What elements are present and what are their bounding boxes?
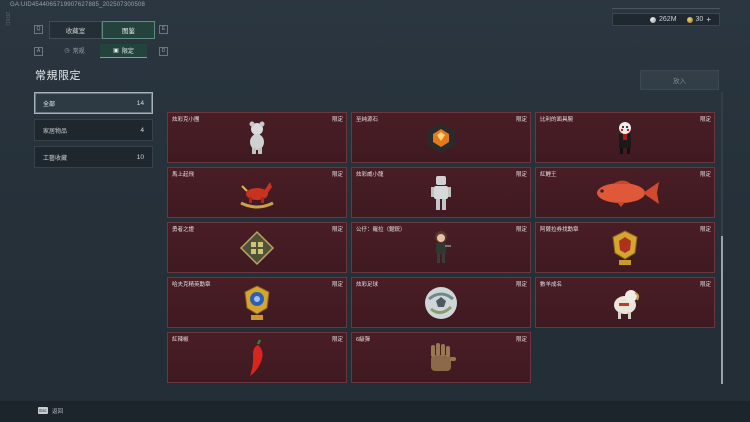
red-chili-icon [237,339,277,377]
item-name: 馬上起飛 [172,172,195,178]
tab-catalog[interactable]: 图鉴 [102,21,155,39]
filter-count: 10 [136,153,144,161]
filter-home-items[interactable]: 家居物品 4 [34,119,153,141]
item-name: 數羊成名 [540,282,563,288]
item-card[interactable]: 炫彩足球 限定 [351,277,531,328]
category-filter-list: 全部 14 家居物品 4 工藝收藏 10 [34,92,153,173]
sub-tabs: ◷ 常规 ▣ 限定 [51,44,147,58]
item-name: 比利的面具腕 [540,117,574,123]
item-card[interactable]: 阿薩拉券找勳章 限定 [535,222,715,273]
clock-icon: ◷ [64,48,70,54]
silver-coin-icon [650,16,657,23]
user-id-label: GA:UID4544065719907627885_202507300508 [10,2,146,8]
item-card[interactable]: 紅辣椒 限定 [167,332,347,383]
limited-tag: 限定 [515,117,527,123]
section-title: 常規限定 [35,70,81,82]
add-currency-button[interactable]: + [706,15,711,24]
item-card[interactable]: 勇者之證 限定 [167,222,347,273]
limited-tag: 限定 [699,282,711,288]
limited-tag: 限定 [515,227,527,233]
soccer-ball-icon [421,284,461,322]
item-card[interactable]: 炫彩克小團 限定 [167,112,347,163]
item-name: 紅鯉王 [540,172,557,178]
subtab-regular[interactable]: ◷ 常规 [51,44,98,57]
filter-count: 4 [140,126,144,134]
amber-gem-icon [421,119,461,157]
item-card[interactable]: 哈夫克精英勳章 限定 [167,277,347,328]
bottom-bar [0,401,750,422]
gold-currency: 30 + [686,15,711,24]
subtab-limited-label: 限定 [121,49,134,55]
tab-collection[interactable]: 收藏室 [49,21,102,39]
top-divider [612,8,720,9]
item-name: 哈夫克精英勳章 [172,282,211,288]
item-name: 至純源石 [356,117,379,123]
filter-label: 全部 [43,101,56,108]
place-button[interactable]: 放入 [640,70,719,90]
filter-label: 工藝收藏 [43,155,68,162]
next-tab-key[interactable]: E [159,25,168,34]
filter-count: 14 [136,99,144,107]
limited-tag: 限定 [515,172,527,178]
prev-subtab-key[interactable]: A [34,47,43,56]
side-mark-label: ZRKD [4,12,10,26]
item-card[interactable]: 至純源石 限定 [351,112,531,163]
silver-amount: 262M [659,16,677,23]
item-card[interactable]: 6級彈 限定 [351,332,531,383]
girl-figure-icon [421,229,461,267]
sheep-figure-icon [605,284,645,322]
limited-tag: 限定 [699,172,711,178]
limited-tag: 限定 [515,337,527,343]
item-card[interactable]: 數羊成名 限定 [535,277,715,328]
item-name: 勇者之證 [172,227,195,233]
blue-medal-icon [237,284,277,322]
bear-figure-icon [237,119,277,157]
item-card[interactable]: 炫彩威小龍 限定 [351,167,531,218]
filter-all[interactable]: 全部 14 [34,92,153,114]
red-carp-icon [587,174,663,212]
limited-tag: 限定 [331,227,343,233]
limited-tag: 限定 [331,117,343,123]
item-card[interactable]: 馬上起飛 限定 [167,167,347,218]
rocking-horse-icon [237,174,277,212]
glove-hand-icon [421,339,461,377]
item-card[interactable]: 公仔：羅拉（鋸銃） 限定 [351,222,531,273]
prev-tab-key[interactable]: Q [34,25,43,34]
gold-amount: 30 [695,16,704,23]
gallery-icon: ▣ [113,48,119,54]
subtab-limited[interactable]: ▣ 限定 [100,44,147,58]
item-grid: 炫彩克小團 限定 至純源石 限定 比利的面具腕 限定 馬上起飛 限定 炫彩威小龍… [167,112,719,383]
item-name: 炫彩克小團 [172,117,200,123]
filter-label: 家居物品 [43,128,68,135]
limited-tag: 限定 [699,227,711,233]
filter-crafts[interactable]: 工藝收藏 10 [34,146,153,168]
item-name: 6級彈 [356,337,371,343]
next-subtab-key[interactable]: D [159,47,168,56]
currency-bar: 262M 30 + [612,13,720,26]
main-tabs: 收藏室 图鉴 [49,21,155,39]
limited-tag: 限定 [331,282,343,288]
gold-medal-icon [605,229,645,267]
limited-tag: 限定 [515,282,527,288]
limited-tag: 限定 [331,337,343,343]
item-name: 阿薩拉券找勳章 [540,227,579,233]
item-name: 炫彩威小龍 [356,172,384,178]
item-grid-viewport: 炫彩克小團 限定 至純源石 限定 比利的面具腕 限定 馬上起飛 限定 炫彩威小龍… [167,112,719,384]
silver-currency: 262M [650,16,677,23]
subtab-regular-label: 常规 [72,49,85,55]
grid-scroll-thumb[interactable] [721,236,723,384]
item-card[interactable]: 比利的面具腕 限定 [535,112,715,163]
back-button[interactable]: 返回 [52,407,63,415]
item-card[interactable]: 紅鯉王 限定 [535,167,715,218]
item-name: 公仔：羅拉（鋸銃） [356,227,406,233]
item-name: 炫彩足球 [356,282,379,288]
limited-tag: 限定 [331,172,343,178]
puppet-figure-icon [605,119,645,157]
robot-figure-icon [421,174,461,212]
gold-coin-icon [686,16,693,23]
limited-tag: 限定 [699,117,711,123]
emblem-plaque-icon [237,229,277,267]
item-name: 紅辣椒 [172,337,189,343]
esc-key-icon[interactable]: Esc [38,407,48,414]
